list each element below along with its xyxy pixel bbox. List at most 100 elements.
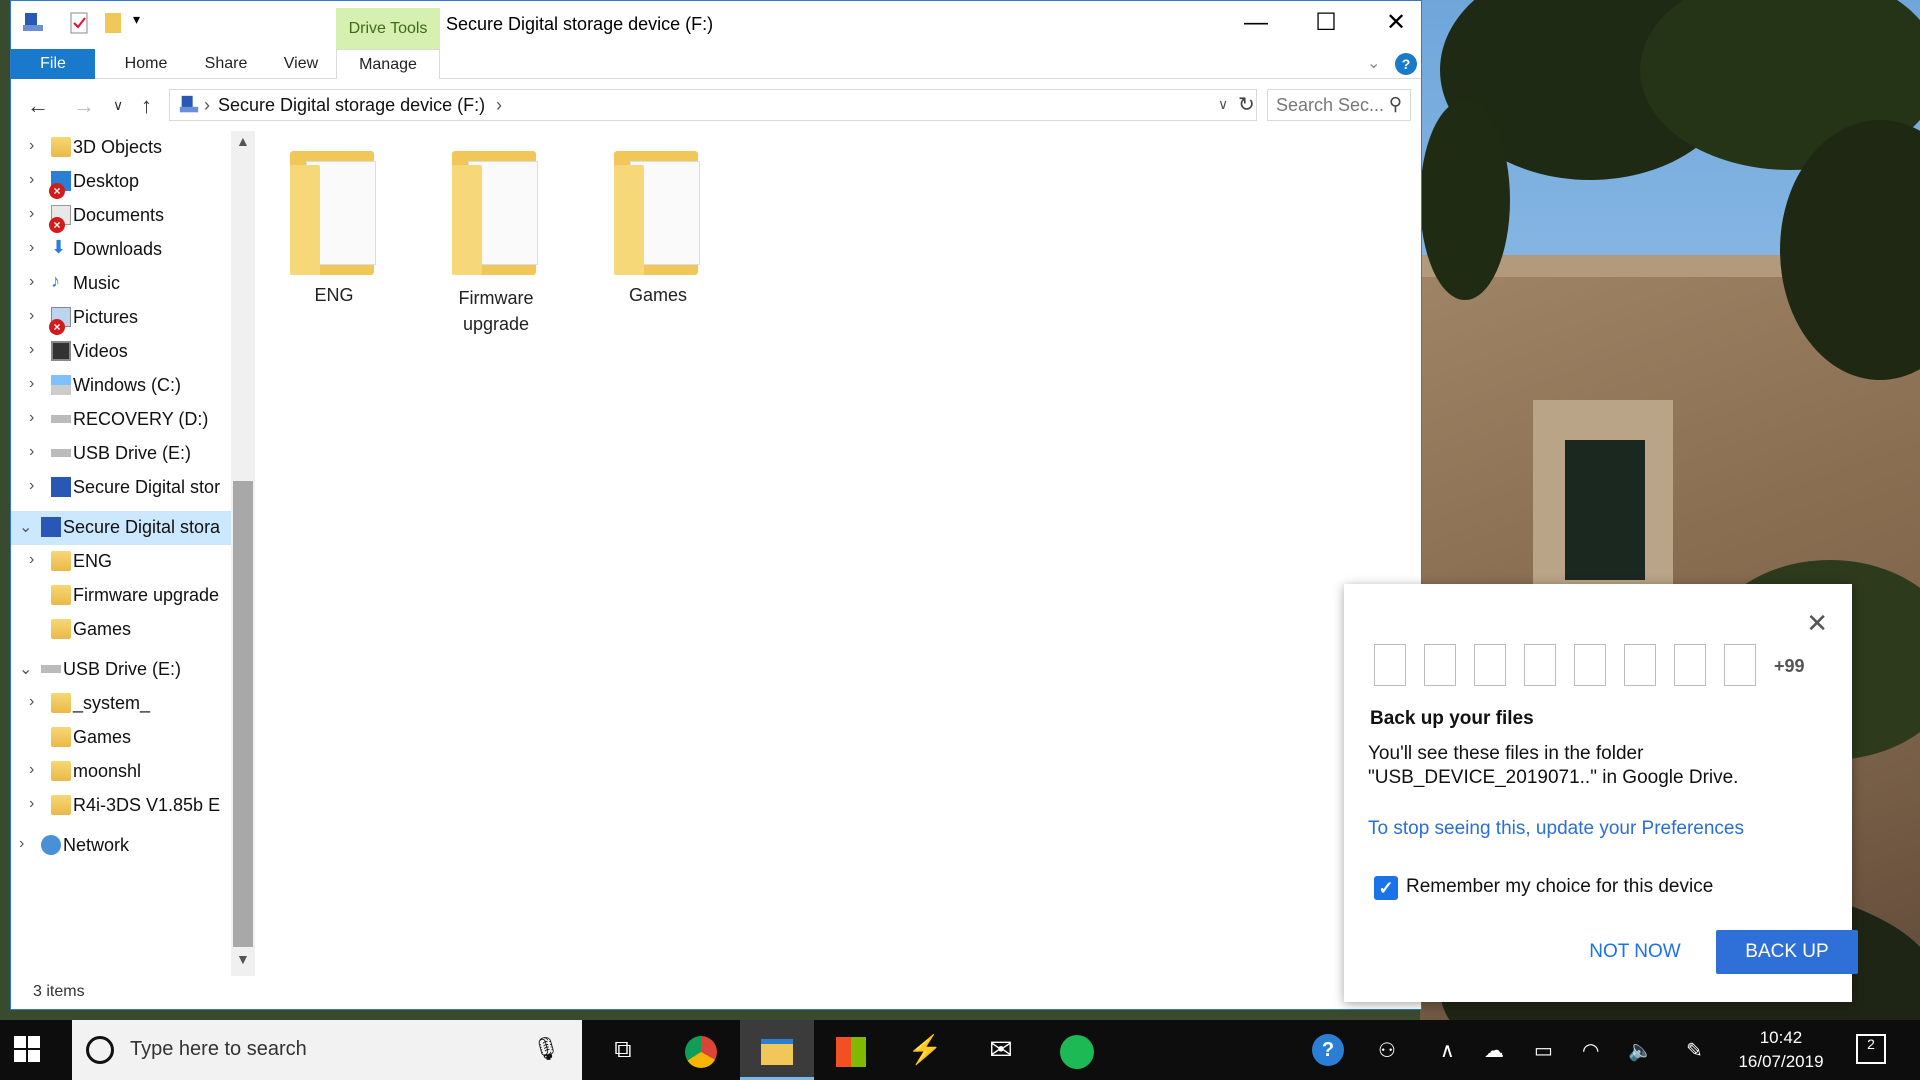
tab-view[interactable]: View [271,49,331,79]
maximize-button[interactable]: ☐ [1291,1,1361,45]
wifi-icon[interactable]: ◠ [1582,1038,1599,1063]
tab-share[interactable]: Share [191,49,261,79]
notification-center-icon[interactable]: 2 [1856,1034,1886,1064]
tab-home[interactable]: Home [111,49,181,79]
clock[interactable]: 10:42 16/07/2019 [1736,1026,1826,1074]
help-tray-icon[interactable]: ? [1312,1034,1344,1066]
nav-item-firmware-upgrade[interactable]: Firmware upgrade [11,579,231,613]
expand-chevron-icon[interactable]: › [29,307,34,325]
expand-chevron-icon[interactable]: › [29,409,34,427]
expand-chevron-icon[interactable]: › [29,137,34,155]
refresh-icon[interactable]: ↻ [1238,92,1255,117]
start-button[interactable] [14,1036,42,1064]
microphone-icon[interactable]: 🎙 [532,1036,560,1062]
breadcrumb-path[interactable]: Secure Digital storage device (F:) [218,95,485,116]
nav-item-network[interactable]: › Network [11,829,231,863]
pen-icon[interactable]: ✎ [1686,1038,1703,1063]
expand-chevron-icon[interactable]: › [29,205,34,223]
drive-icon[interactable] [21,11,45,35]
microsoft-store-icon[interactable] [814,1020,888,1080]
scroll-up-icon[interactable]: ▲ [236,133,250,149]
forward-arrow-icon[interactable]: → [73,93,95,119]
nav-item-downloads[interactable]: › ⬇ Downloads [11,233,231,267]
expand-chevron-icon[interactable]: › [29,693,34,711]
nav-item-games[interactable]: Games [11,613,231,647]
volume-icon[interactable]: 🔈 [1628,1038,1653,1063]
nav-item-secure-digital[interactable]: › Secure Digital stor [11,471,231,505]
remember-choice-label[interactable]: Remember my choice for this device [1406,876,1713,898]
customize-qat-dropdown-icon[interactable]: ▾ [133,11,157,35]
close-icon[interactable]: ✕ [1806,608,1828,639]
expand-chevron-icon[interactable]: › [29,795,34,813]
folder-tile-firmware-upgrade[interactable]: Firmware upgrade [431,151,561,337]
tab-file[interactable]: File [11,49,95,79]
nav-item-windows-c[interactable]: › Windows (C:) [11,369,231,403]
nav-item-videos[interactable]: › Videos [11,335,231,369]
nav-item-recovery-d[interactable]: › RECOVERY (D:) [11,403,231,437]
clock-date: 16/07/2019 [1738,1052,1824,1071]
tab-manage[interactable]: Manage [336,49,440,79]
scroll-thumb[interactable] [233,481,253,947]
nav-item-pictures[interactable]: › × Pictures [11,301,231,335]
close-button[interactable]: ✕ [1361,1,1431,45]
nav-item-system[interactable]: › _system_ [11,687,231,721]
file-explorer-icon[interactable] [740,1020,814,1080]
expand-chevron-icon[interactable]: › [29,375,34,393]
recent-locations-chevron-icon[interactable]: ∨ [113,97,123,114]
nav-item-usb-drive-e-root[interactable]: ⌄ USB Drive (E:) [11,653,231,687]
nav-item-r4i[interactable]: › R4i-3DS V1.85b E [11,789,231,823]
remember-choice-checkbox[interactable]: ✓ [1374,876,1398,900]
folder-tile-eng[interactable]: ENG [269,151,399,306]
show-hidden-icons-chevron-icon[interactable]: ∧ [1440,1038,1455,1063]
nav-label: moonshl [73,761,142,781]
back-up-button[interactable]: BACK UP [1716,930,1858,974]
expand-chevron-icon[interactable]: › [29,341,34,359]
properties-icon[interactable] [67,11,91,35]
folder-tile-games[interactable]: Games [593,151,723,306]
breadcrumb-separator-icon: › [204,95,210,115]
new-folder-icon[interactable] [101,11,125,35]
nav-item-desktop[interactable]: › × Desktop [11,165,231,199]
task-view-icon[interactable]: ⧉ [586,1020,660,1080]
nav-item-music[interactable]: › ♪ Music [11,267,231,301]
nav-item-games-e[interactable]: Games [11,721,231,755]
expand-chevron-icon[interactable]: › [29,443,34,461]
mail-icon[interactable]: ✉ [964,1020,1038,1080]
people-icon[interactable]: ⚇ [1378,1038,1396,1063]
drive-icon [51,415,71,423]
up-arrow-icon[interactable]: ↑ [141,93,152,119]
back-arrow-icon[interactable]: ← [27,93,49,119]
expand-chevron-icon[interactable]: › [19,835,24,853]
address-dropdown-icon[interactable]: ∨ [1218,96,1228,113]
minimize-button[interactable]: — [1221,1,1291,45]
expand-chevron-icon[interactable]: › [29,239,34,257]
nav-item-secure-digital-root[interactable]: ⌄ Secure Digital stora [11,511,231,545]
breadcrumb-separator-icon[interactable]: › [496,95,502,116]
spotify-icon[interactable] [1040,1020,1114,1080]
nav-item-eng[interactable]: › ENG [11,545,231,579]
collapse-chevron-icon[interactable]: ⌄ [19,659,32,679]
scroll-down-icon[interactable]: ▼ [236,951,250,967]
search-input[interactable]: Search Sec... ⚲ [1267,89,1411,121]
chrome-icon[interactable] [664,1020,738,1080]
expand-chevron-icon[interactable]: › [29,171,34,189]
visual-studio-code-icon[interactable]: ⚡ [888,1020,962,1080]
not-now-button[interactable]: NOT NOW [1570,930,1700,974]
battery-icon[interactable]: ▭ [1534,1038,1553,1063]
expand-chevron-icon[interactable]: › [29,551,34,569]
nav-scrollbar[interactable]: ▲ ▼ [231,131,255,976]
nav-item-usb-drive-e[interactable]: › USB Drive (E:) [11,437,231,471]
expand-chevron-icon[interactable]: › [29,761,34,779]
help-icon[interactable]: ? [1395,53,1417,75]
nav-item-moonshl[interactable]: › moonshl [11,755,231,789]
nav-item-documents[interactable]: › × Documents [11,199,231,233]
address-bar[interactable]: › Secure Digital storage device (F:) › ∨… [169,89,1257,121]
expand-chevron-icon[interactable]: › [29,477,34,495]
onedrive-error-icon[interactable]: ☁ [1484,1038,1504,1063]
expand-ribbon-chevron-icon[interactable]: ⌄ [1367,53,1380,73]
collapse-chevron-icon[interactable]: ⌄ [19,517,32,537]
nav-item-3d-objects[interactable]: › 3D Objects [11,131,231,165]
expand-chevron-icon[interactable]: › [29,273,34,291]
taskbar-search-box[interactable]: Type here to search 🎙 [72,1020,582,1080]
preferences-link[interactable]: To stop seeing this, update your Prefere… [1368,818,1744,840]
